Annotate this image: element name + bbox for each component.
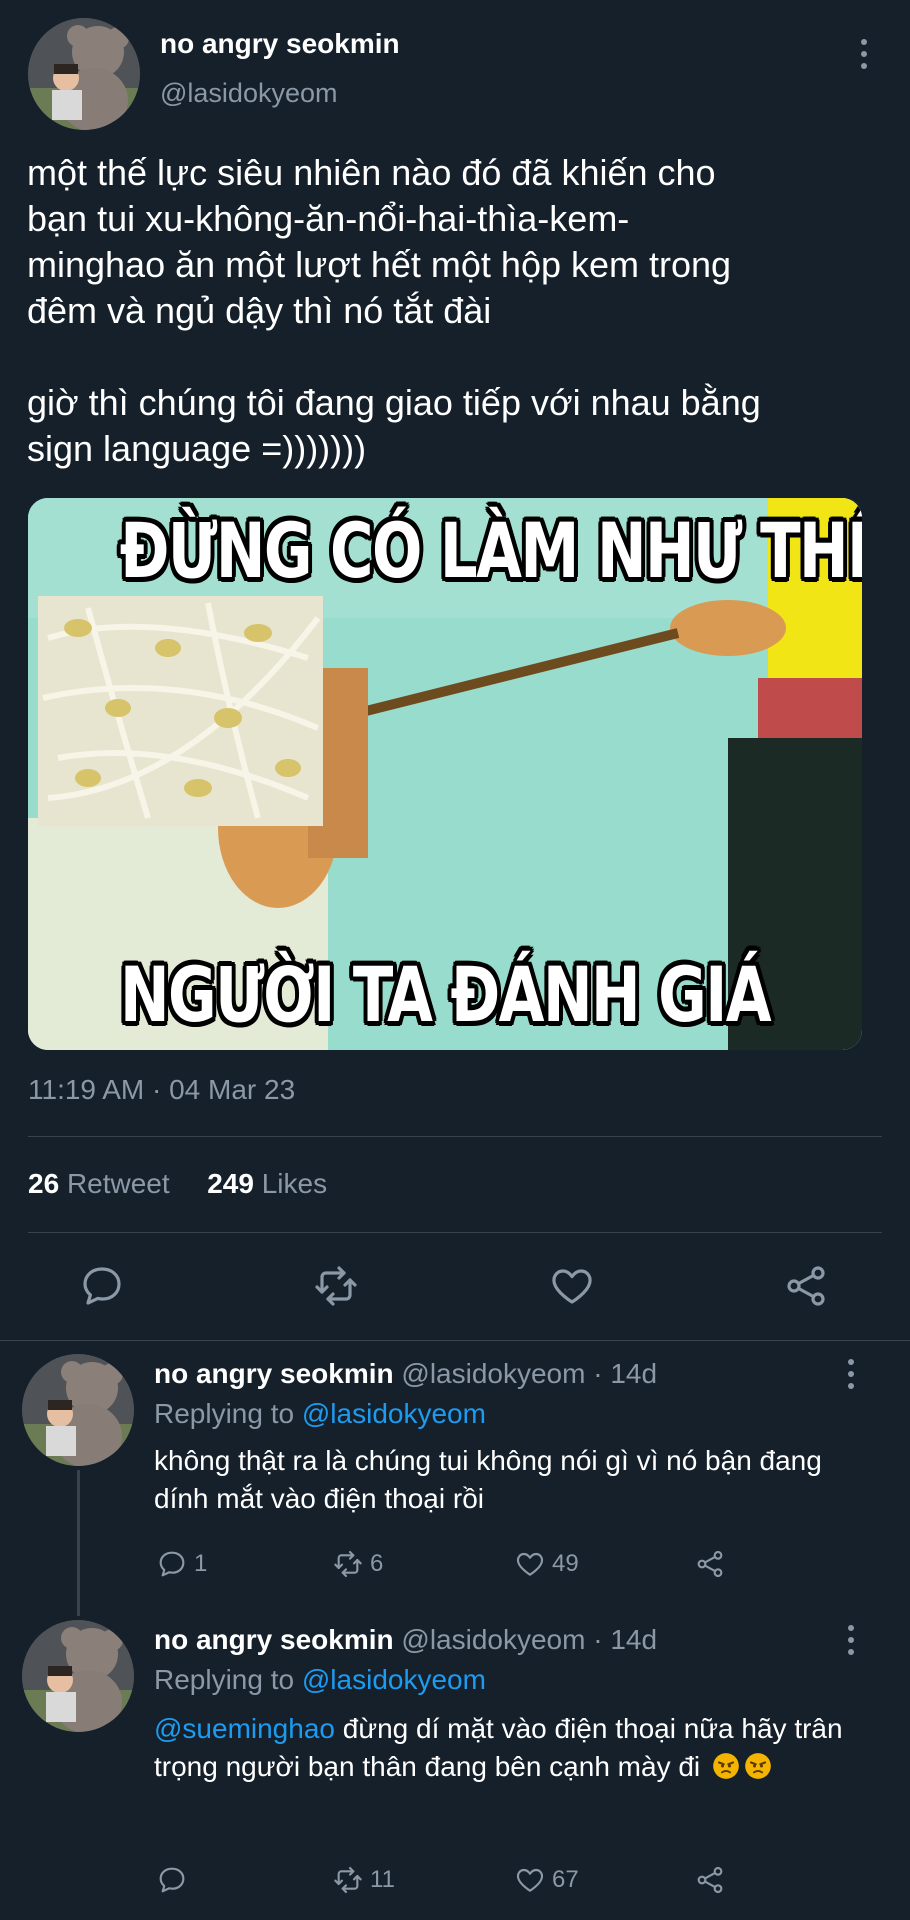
replying-prefix: Replying to <box>154 1398 295 1429</box>
angry-face-emoji <box>712 1752 740 1780</box>
reply-header: no angry seokmin @lasidokyeom · 14d <box>154 1624 657 1656</box>
retweet-icon[interactable] <box>312 1262 360 1310</box>
like-label[interactable]: Likes <box>262 1168 327 1199</box>
reply-time[interactable]: 14d <box>610 1624 657 1655</box>
tweet-stats: 26 Retweet 249 Likes <box>28 1168 327 1200</box>
author-name[interactable]: no angry seokmin <box>160 28 400 60</box>
divider <box>28 1136 882 1137</box>
reply-share-button[interactable] <box>694 1548 726 1580</box>
divider <box>0 1340 910 1341</box>
reply-reply-button[interactable]: 1 <box>156 1548 207 1580</box>
retweet-count: 6 <box>370 1550 384 1577</box>
reply-author-handle[interactable]: @lasidokyeom <box>401 1358 585 1389</box>
like-icon[interactable] <box>548 1262 596 1310</box>
image-caption-bottom: NGƯỜI TA ĐÁNH GIÁ <box>119 950 772 1039</box>
like-icon <box>516 1868 544 1892</box>
mention-link[interactable]: @sueminghao <box>154 1713 335 1744</box>
retweet-count[interactable]: 26 <box>28 1168 59 1199</box>
more-options-icon[interactable] <box>849 34 879 74</box>
replying-to-link[interactable]: @lasidokyeom <box>302 1664 486 1695</box>
reply-share-button[interactable] <box>694 1864 726 1896</box>
retweet-icon <box>334 1866 362 1894</box>
reply-count: 1 <box>194 1550 208 1577</box>
replying-to: Replying to @lasidokyeom <box>154 1398 486 1430</box>
share-icon <box>697 1550 723 1578</box>
author-handle[interactable]: @lasidokyeom <box>160 78 337 109</box>
retweet-label[interactable]: Retweet <box>67 1168 170 1199</box>
like-count: 67 <box>552 1866 579 1893</box>
thread-line <box>77 1470 80 1616</box>
reply-author-name[interactable]: no angry seokmin <box>154 1624 394 1655</box>
reply-header: no angry seokmin @lasidokyeom · 14d <box>154 1358 657 1390</box>
tweet-text: một thế lực siêu nhiên nào đó đã khiến c… <box>27 152 761 469</box>
replying-prefix: Replying to <box>154 1664 295 1695</box>
reply-like-button[interactable]: 49 <box>514 1548 579 1580</box>
reply-author-name[interactable]: no angry seokmin <box>154 1358 394 1389</box>
angry-face-emoji <box>744 1752 772 1780</box>
share-icon <box>697 1866 723 1894</box>
replying-to-link[interactable]: @lasidokyeom <box>302 1398 486 1429</box>
reply-icon <box>159 1867 185 1893</box>
tweet-image[interactable]: ĐỪNG CÓ LÀM NHƯ THẾ NGƯỜI TA ĐÁNH GIÁ <box>28 498 862 1050</box>
reply-time[interactable]: 14d <box>610 1358 657 1389</box>
like-count: 49 <box>552 1550 579 1577</box>
divider <box>28 1232 882 1233</box>
reply-icon <box>159 1551 185 1577</box>
reply-retweet-button[interactable]: 6 <box>332 1548 383 1580</box>
reply-retweet-button[interactable]: 11 <box>332 1864 395 1896</box>
reply-text: không thật ra là chúng tui không nói gì … <box>154 1445 822 1514</box>
reply-separator: · <box>593 1624 603 1655</box>
like-count[interactable]: 249 <box>207 1168 254 1199</box>
reply-like-button[interactable]: 67 <box>514 1864 579 1896</box>
reply-icon[interactable] <box>78 1262 126 1310</box>
reply-avatar[interactable] <box>22 1620 134 1732</box>
more-options-icon[interactable] <box>836 1354 866 1394</box>
share-icon[interactable] <box>782 1262 830 1310</box>
like-icon <box>516 1552 544 1576</box>
retweet-icon <box>334 1550 362 1578</box>
reply-avatar[interactable] <box>22 1354 134 1466</box>
image-caption-top: ĐỪNG CÓ LÀM NHƯ THẾ <box>119 506 862 595</box>
tweet-timestamp[interactable]: 11:19 AM · 04 Mar 23 <box>28 1074 295 1106</box>
reply-separator: · <box>593 1358 603 1389</box>
reply-author-handle[interactable]: @lasidokyeom <box>401 1624 585 1655</box>
replying-to: Replying to @lasidokyeom <box>154 1664 486 1696</box>
retweet-count: 11 <box>370 1866 395 1893</box>
author-avatar[interactable] <box>28 18 140 130</box>
more-options-icon[interactable] <box>836 1620 866 1660</box>
reply-reply-button[interactable] <box>156 1864 194 1896</box>
reply-text-block: @sueminghao đừng dí mặt vào điện thoại n… <box>154 1710 844 1786</box>
